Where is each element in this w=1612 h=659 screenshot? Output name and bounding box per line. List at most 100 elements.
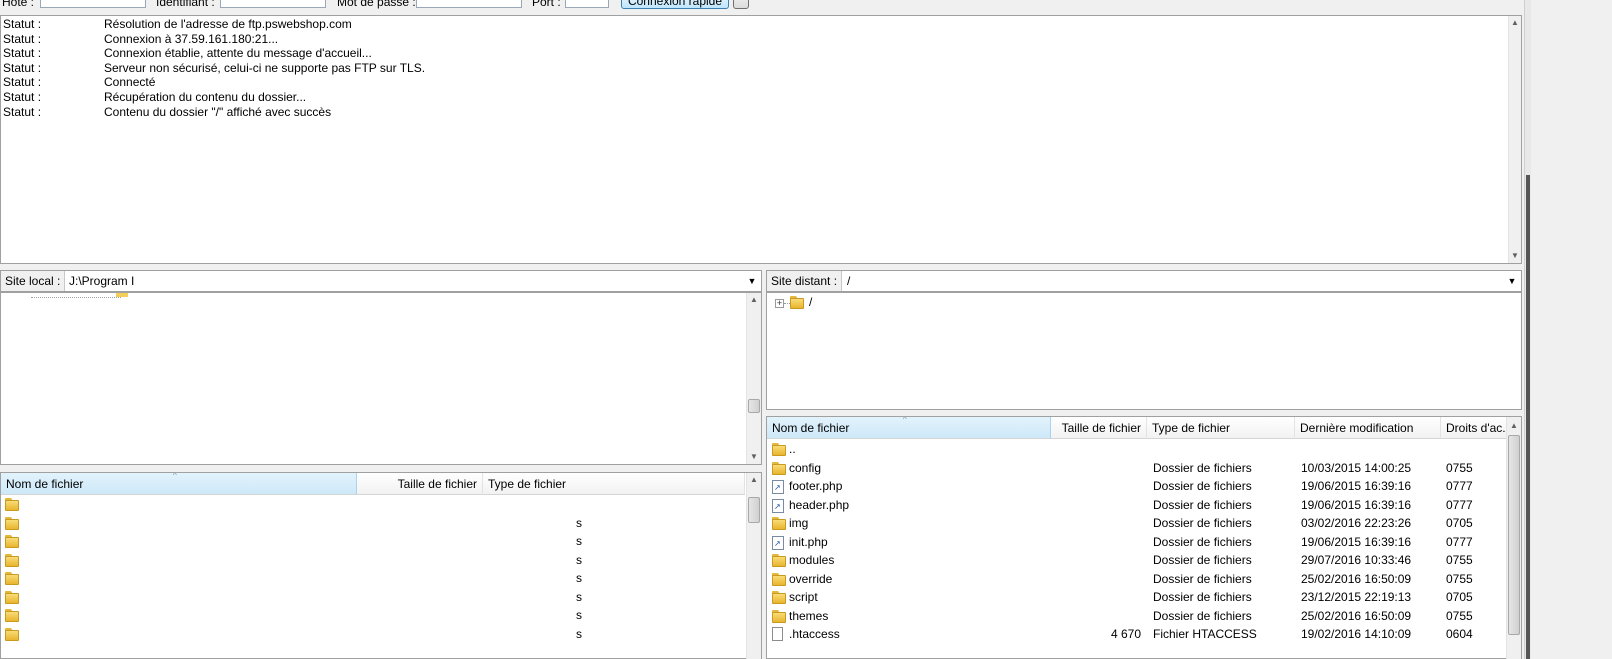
chevron-down-icon[interactable]: ▼ bbox=[745, 271, 759, 291]
log-message: Résolution de l'adresse de ftp.pswebshop… bbox=[104, 17, 352, 31]
permissions-cell: 0705 bbox=[1446, 590, 1473, 604]
scroll-down-icon[interactable]: ▼ bbox=[747, 450, 761, 464]
local-path-input[interactable]: J:\Program I bbox=[69, 271, 134, 291]
message-log: Statut : Résolution de l'adresse de ftp.p… bbox=[0, 15, 1522, 264]
column-header-filesize[interactable]: Taille de fichier bbox=[357, 473, 483, 495]
file-type-cell: s bbox=[576, 552, 582, 567]
folder-icon bbox=[772, 609, 786, 623]
file-name-cell: themes bbox=[789, 608, 829, 623]
scroll-up-icon[interactable]: ▲ bbox=[747, 473, 761, 487]
log-kind: Statut : bbox=[3, 17, 42, 31]
sort-up-icon: ^ bbox=[903, 417, 907, 424]
column-header-filetype[interactable]: Type de fichier bbox=[1147, 417, 1295, 439]
table-row[interactable]: img Dossier de fichiers 03/02/2016 22:23:2… bbox=[767, 514, 1507, 532]
table-row[interactable]: s bbox=[1, 588, 745, 606]
local-tree-scrollbar[interactable]: ▲ ▼ bbox=[746, 293, 761, 464]
folder-icon bbox=[5, 498, 19, 511]
remote-file-list[interactable]: ^ Nom de fichier Taille de fichier Type … bbox=[766, 416, 1522, 659]
pass-input[interactable] bbox=[416, 0, 522, 8]
table-row[interactable]: s bbox=[1, 514, 745, 532]
column-header-filesize[interactable]: Taille de fichier bbox=[1051, 417, 1147, 439]
file-type-cell: s bbox=[576, 589, 582, 604]
file-icon bbox=[772, 627, 783, 641]
column-header-filetype[interactable]: Type de fichier bbox=[483, 473, 745, 495]
scroll-thumb[interactable] bbox=[748, 399, 760, 413]
folder-icon bbox=[5, 553, 19, 567]
modified-cell: 29/07/2016 10:33:46 bbox=[1301, 553, 1412, 567]
file-type-cell: Dossier de fichiers bbox=[1153, 479, 1252, 493]
table-row[interactable]: s bbox=[1, 569, 745, 587]
link-icon: ↗ bbox=[772, 535, 784, 550]
folder-icon bbox=[5, 627, 19, 641]
scroll-up-icon[interactable]: ▲ bbox=[1509, 16, 1521, 30]
folder-icon bbox=[772, 554, 786, 567]
table-row[interactable]: s bbox=[1, 606, 745, 624]
file-type-cell: s bbox=[576, 571, 582, 585]
log-kind: Statut : bbox=[3, 60, 42, 75]
modified-cell: 23/12/2015 22:19:13 bbox=[1301, 590, 1412, 604]
column-header-filename[interactable]: ^ Nom de fichier bbox=[767, 417, 1051, 439]
quick-connect-bar: Hôte : Identifiant : Mot de passe : Port… bbox=[0, 0, 1566, 12]
table-row[interactable]: s bbox=[1, 625, 745, 643]
local-list-scrollbar[interactable]: ▲ bbox=[746, 473, 761, 659]
file-type-cell: Dossier de fichiers bbox=[1153, 534, 1252, 549]
table-row[interactable]: modules Dossier de fichiers 29/07/2016 10:… bbox=[767, 551, 1507, 569]
scroll-down-icon[interactable]: ▼ bbox=[1509, 249, 1521, 263]
local-site-bar: Site local : J:\Program I ▼ bbox=[0, 270, 762, 292]
table-row[interactable]: ↗ footer.php Dossier de fichiers 19/06/2015… bbox=[767, 477, 1507, 495]
chevron-down-icon[interactable]: ▼ bbox=[1505, 271, 1519, 291]
column-header-modified[interactable]: Dernière modification bbox=[1295, 417, 1441, 439]
permissions-cell: 0755 bbox=[1446, 553, 1473, 567]
user-input[interactable] bbox=[220, 0, 326, 8]
table-row[interactable] bbox=[1, 495, 745, 513]
local-site-label: Site local : bbox=[1, 271, 66, 291]
table-row[interactable]: s bbox=[1, 551, 745, 569]
permissions-cell: 0777 bbox=[1446, 534, 1473, 549]
table-row[interactable]: s bbox=[1, 532, 745, 550]
file-name-cell: .. bbox=[789, 442, 796, 456]
permissions-cell: 0604 bbox=[1446, 627, 1473, 641]
table-row[interactable]: themes Dossier de fichiers 25/02/2016 16:5… bbox=[767, 607, 1507, 625]
scroll-thumb[interactable] bbox=[748, 497, 760, 523]
folder-icon bbox=[790, 296, 804, 309]
port-label: Port : bbox=[532, 0, 561, 9]
shortcut-arrow-icon: ↗ bbox=[774, 538, 781, 548]
modified-cell: 10/03/2015 14:00:25 bbox=[1301, 460, 1412, 475]
remote-list-scrollbar[interactable]: ▲ bbox=[1506, 417, 1521, 659]
local-directory-tree[interactable] bbox=[0, 292, 762, 465]
scroll-up-icon[interactable]: ▲ bbox=[1507, 419, 1521, 433]
table-row[interactable]: .. bbox=[767, 440, 1507, 458]
scroll-up-icon[interactable]: ▲ bbox=[747, 293, 761, 307]
host-input[interactable] bbox=[40, 0, 146, 8]
sort-up-icon: ^ bbox=[173, 473, 177, 480]
window-scrollbar-thumb[interactable] bbox=[1526, 175, 1530, 659]
remote-directory-tree[interactable]: + / bbox=[766, 292, 1522, 410]
modified-cell: 25/02/2016 16:50:09 bbox=[1301, 608, 1412, 623]
table-row[interactable]: override Dossier de fichiers 25/02/2016 16… bbox=[767, 570, 1507, 588]
log-scrollbar[interactable]: ▲ ▼ bbox=[1508, 16, 1521, 263]
file-name-cell: header.php bbox=[789, 497, 850, 512]
table-row[interactable]: ↗ init.php Dossier de fichiers 19/06/2015 1… bbox=[767, 533, 1507, 551]
folder-icon bbox=[5, 572, 19, 585]
file-name-cell: modules bbox=[789, 553, 835, 567]
file-name-cell: override bbox=[789, 571, 833, 586]
quick-connect-button[interactable]: Connexion rapide bbox=[621, 0, 729, 9]
column-header-filename[interactable]: ^ Nom de fichier bbox=[1, 473, 357, 495]
log-message: Récupération du contenu du dossier... bbox=[104, 90, 307, 104]
scroll-thumb[interactable] bbox=[1508, 435, 1520, 635]
expand-icon[interactable]: + bbox=[775, 299, 784, 308]
local-file-list[interactable]: ^ Nom de fichier Taille de fichier Type … bbox=[0, 472, 762, 659]
column-header-permissions[interactable]: Droits d'ac... bbox=[1441, 417, 1507, 439]
folder-icon bbox=[5, 590, 19, 604]
quick-connect-dropdown-button[interactable] bbox=[733, 0, 749, 9]
shortcut-arrow-icon: ↗ bbox=[774, 501, 781, 511]
remote-path-input[interactable]: / bbox=[847, 271, 850, 291]
table-row[interactable]: config Dossier de fichiers 10/03/2015 14:0… bbox=[767, 459, 1507, 477]
port-input[interactable] bbox=[565, 0, 609, 8]
table-row[interactable]: script Dossier de fichiers 23/12/2015 22:1… bbox=[767, 588, 1507, 606]
host-label: Hôte : bbox=[2, 0, 35, 9]
log-kind: Statut : bbox=[3, 46, 42, 61]
tree-root-label[interactable]: / bbox=[809, 295, 812, 309]
table-row[interactable]: ↗ header.php Dossier de fichiers 19/06/2015… bbox=[767, 496, 1507, 514]
table-row[interactable]: .htaccess 4 670 Fichier HTACCESS 19/02/2016… bbox=[767, 625, 1507, 643]
